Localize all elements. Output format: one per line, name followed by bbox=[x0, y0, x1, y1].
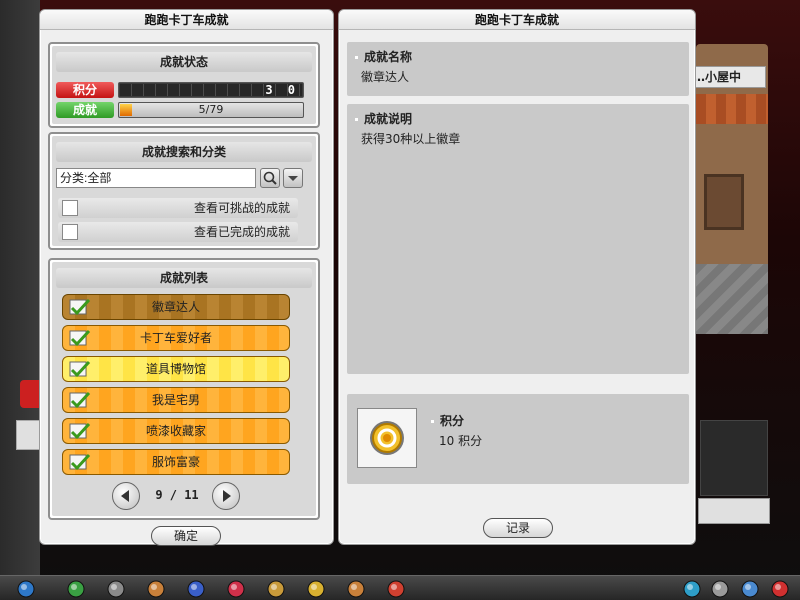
achievement-label: 成就 bbox=[56, 102, 114, 118]
arrow-left-icon bbox=[121, 490, 129, 502]
record-button[interactable]: 记录 bbox=[483, 518, 553, 538]
street bbox=[696, 264, 768, 334]
achievement-description-section: 成就说明 获得30种以上徽章 bbox=[347, 104, 689, 374]
check-icon bbox=[69, 329, 91, 347]
checkbox[interactable] bbox=[62, 224, 78, 240]
reward-badge bbox=[357, 408, 417, 468]
book-icon[interactable] bbox=[346, 579, 366, 599]
location-sign: …小屋中 bbox=[686, 66, 766, 88]
back-icon[interactable] bbox=[66, 579, 86, 599]
side-tab[interactable] bbox=[16, 420, 40, 450]
reward-title: 积分 bbox=[431, 412, 464, 429]
prev-page-button[interactable] bbox=[112, 482, 140, 510]
next-page-button[interactable] bbox=[212, 482, 240, 510]
potion-icon[interactable] bbox=[186, 579, 206, 599]
page-indicator: 9 / 11 bbox=[155, 488, 199, 502]
check-icon bbox=[69, 391, 91, 409]
list-header: 成就列表 bbox=[56, 268, 312, 288]
achievement-name-section: 成就名称 徽章达人 bbox=[347, 42, 689, 96]
background-panel bbox=[700, 420, 768, 496]
achievement-detail-window: 跑跑卡丁车成就 成就名称 徽章达人 成就说明 获得30种以上徽章 积分 10 积… bbox=[338, 9, 696, 545]
search-icon[interactable] bbox=[740, 579, 760, 599]
side-tab-red[interactable] bbox=[20, 380, 40, 408]
filter-challengeable[interactable]: 查看可挑战的成就 bbox=[58, 198, 298, 218]
list-item[interactable]: 我是宅男 bbox=[62, 387, 290, 413]
category-field[interactable]: 分类:全部 bbox=[56, 168, 256, 188]
window-title: 跑跑卡丁车成就 bbox=[339, 10, 695, 30]
brush-icon[interactable] bbox=[266, 579, 286, 599]
description-title: 成就说明 bbox=[355, 110, 412, 127]
window-title: 跑跑卡丁车成就 bbox=[40, 10, 333, 30]
list-item[interactable]: 卡丁车爱好者 bbox=[62, 325, 290, 351]
heart-icon[interactable] bbox=[226, 579, 246, 599]
check-icon bbox=[69, 298, 91, 316]
check-icon bbox=[69, 453, 91, 471]
home-icon[interactable] bbox=[16, 579, 36, 599]
check-icon bbox=[69, 422, 91, 440]
list-item[interactable]: 服饰富豪 bbox=[62, 449, 290, 475]
name-value: 徽章达人 bbox=[361, 70, 410, 84]
search-header: 成就搜索和分类 bbox=[56, 142, 312, 162]
roof bbox=[696, 94, 768, 124]
taskbar bbox=[0, 575, 800, 600]
check-icon bbox=[69, 360, 91, 378]
score-row: 积分 3 0 bbox=[56, 82, 310, 98]
power-icon[interactable] bbox=[770, 579, 790, 599]
achievement-list-panel: 成就列表 徽章达人卡丁车爱好者 道具博物馆我是宅男喷漆收藏家服饰富豪 9 / 11 bbox=[48, 258, 320, 520]
character-icon[interactable] bbox=[146, 579, 166, 599]
kart-icon[interactable] bbox=[386, 579, 406, 599]
confirm-button[interactable]: 确定 bbox=[151, 526, 221, 546]
achievement-row: 成就 5/79 bbox=[56, 102, 310, 118]
pagination: 9 / 11 bbox=[50, 482, 318, 510]
achievements-list-window: 跑跑卡丁车成就 成就状态 积分 3 0 成就 5/79 成就搜索和分类 分类:全… bbox=[39, 9, 334, 546]
list-item-label: 我是宅男 bbox=[151, 393, 200, 407]
search-panel: 成就搜索和分类 分类:全部 查看可挑战的成就 查看已完成的成就 bbox=[48, 132, 320, 250]
reward-section: 积分 10 积分 bbox=[347, 394, 689, 484]
list-item-label: 卡丁车爱好者 bbox=[139, 331, 212, 345]
name-title: 成就名称 bbox=[355, 48, 412, 65]
search-icon bbox=[263, 171, 277, 185]
background-panel-bar bbox=[698, 498, 770, 524]
chevron-down-icon bbox=[288, 176, 298, 181]
description-value: 获得30种以上徽章 bbox=[361, 132, 461, 146]
list-item[interactable]: 喷漆收藏家 bbox=[62, 418, 290, 444]
list-item-label: 喷漆收藏家 bbox=[145, 424, 206, 438]
medal-icon bbox=[370, 421, 404, 455]
filter-completed[interactable]: 查看已完成的成就 bbox=[58, 222, 298, 242]
status-panel: 成就状态 积分 3 0 成就 5/79 bbox=[48, 42, 320, 128]
score-counter: 3 0 bbox=[118, 82, 304, 98]
list-item[interactable]: 道具博物馆 bbox=[62, 356, 290, 382]
status-header: 成就状态 bbox=[56, 52, 312, 72]
achievement-progress-bar: 5/79 bbox=[118, 102, 304, 118]
search-button[interactable] bbox=[260, 168, 280, 188]
list-item[interactable]: 徽章达人 bbox=[62, 294, 290, 320]
list-item-label: 徽章达人 bbox=[151, 300, 200, 314]
filter-label: 查看已完成的成就 bbox=[193, 225, 290, 239]
tools-icon[interactable] bbox=[710, 579, 730, 599]
score-digits: 3 0 bbox=[265, 83, 299, 97]
progress-text: 5/79 bbox=[198, 103, 224, 116]
flag-icon[interactable] bbox=[306, 579, 326, 599]
cart-icon[interactable] bbox=[106, 579, 126, 599]
reward-value: 10 积分 bbox=[439, 434, 483, 448]
list-item-label: 道具博物馆 bbox=[145, 362, 206, 376]
network-icon[interactable] bbox=[682, 579, 702, 599]
arrow-right-icon bbox=[223, 490, 231, 502]
list-item-label: 服饰富豪 bbox=[151, 455, 200, 469]
filter-label: 查看可挑战的成就 bbox=[193, 201, 290, 215]
checkbox[interactable] bbox=[62, 200, 78, 216]
left-frame bbox=[0, 0, 40, 575]
category-dropdown-button[interactable] bbox=[283, 168, 303, 188]
score-label: 积分 bbox=[56, 82, 114, 98]
house-window bbox=[704, 174, 744, 230]
